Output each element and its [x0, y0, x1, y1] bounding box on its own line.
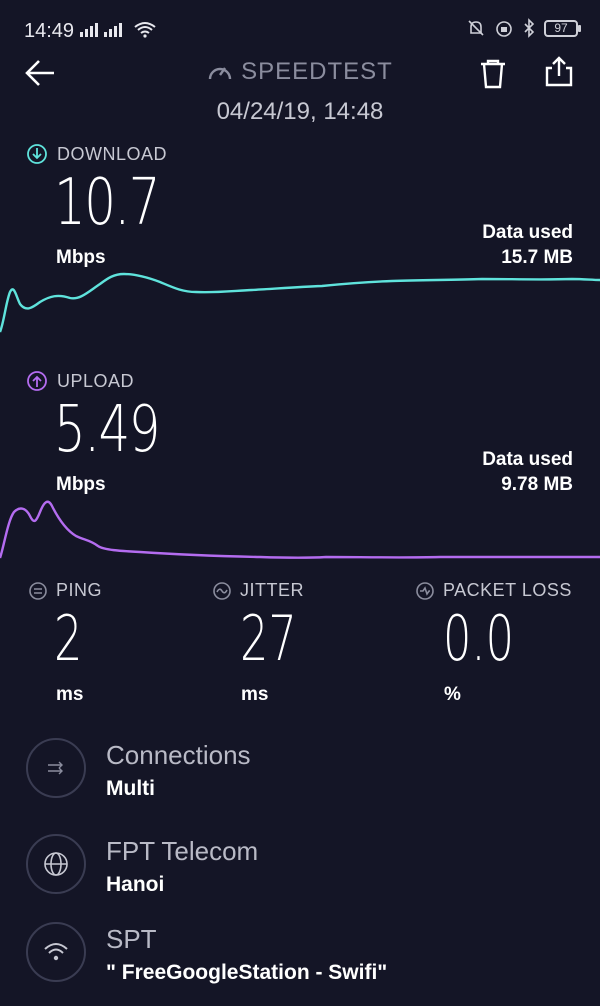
- bluetooth-icon: [524, 18, 535, 38]
- packet-loss-unit: %: [444, 684, 461, 705]
- connections-value: Multi: [106, 777, 155, 800]
- app-title: SPEEDTEST: [0, 58, 600, 86]
- packet-loss-value: 0.0: [443, 602, 514, 675]
- ping-value: 2: [54, 602, 83, 675]
- app-title-text: SPEEDTEST: [241, 58, 393, 85]
- download-line: [0, 272, 600, 333]
- isp-location: Hanoi: [106, 873, 165, 896]
- upload-data-used-label: Data used: [482, 449, 573, 470]
- download-value: 10.7: [54, 166, 160, 240]
- ping-label: PING: [28, 580, 102, 601]
- ping-label-text: PING: [56, 580, 103, 600]
- top-bar: SPEEDTEST: [0, 56, 600, 96]
- status-time: 14:49: [24, 20, 75, 42]
- share-icon[interactable]: [544, 56, 574, 88]
- wifi-icon: [134, 22, 156, 38]
- wifi-network-icon: [26, 922, 86, 982]
- upload-graph: [0, 500, 600, 559]
- download-label-text: DOWNLOAD: [57, 143, 168, 164]
- network-name: " FreeGoogleStation - Swifi": [106, 961, 388, 984]
- jitter-label: JITTER: [212, 580, 304, 601]
- ping-unit: ms: [56, 684, 84, 705]
- download-data-used-label: Data used: [482, 222, 573, 243]
- ping-icon: [29, 581, 47, 600]
- upload-value: 5.49: [54, 393, 160, 467]
- speedometer-icon: [208, 67, 232, 80]
- upload-line: [0, 500, 600, 559]
- download-label: DOWNLOAD: [26, 143, 167, 165]
- connections-title: Connections: [106, 740, 251, 770]
- trash-icon[interactable]: [478, 58, 508, 90]
- packet-loss-label-text: PACKET LOSS: [443, 580, 572, 600]
- status-right-icons: 97: [466, 18, 581, 38]
- isp-title: FPT Telecom: [106, 836, 259, 866]
- upload-label-text: UPLOAD: [57, 370, 135, 391]
- packet-loss-icon: [416, 581, 434, 600]
- jitter-unit: ms: [241, 684, 269, 705]
- jitter-icon: [213, 581, 231, 600]
- download-graph: [0, 272, 600, 333]
- download-icon: [27, 144, 47, 164]
- upload-label: UPLOAD: [26, 370, 134, 392]
- mute-icon: [468, 20, 484, 36]
- packet-loss-label: PACKET LOSS: [415, 580, 572, 601]
- jitter-label-text: JITTER: [240, 580, 304, 600]
- network-title: SPT: [106, 924, 157, 954]
- jitter-value: 27: [240, 602, 297, 675]
- globe-icon: [26, 834, 86, 894]
- status-bar: 14:49 97: [0, 0, 600, 58]
- battery-icon: 97: [544, 19, 581, 37]
- alarm-icon: [496, 21, 512, 37]
- connections-icon: [26, 738, 86, 798]
- upload-icon: [27, 371, 47, 391]
- test-datetime: 04/24/19, 14:48: [216, 98, 384, 125]
